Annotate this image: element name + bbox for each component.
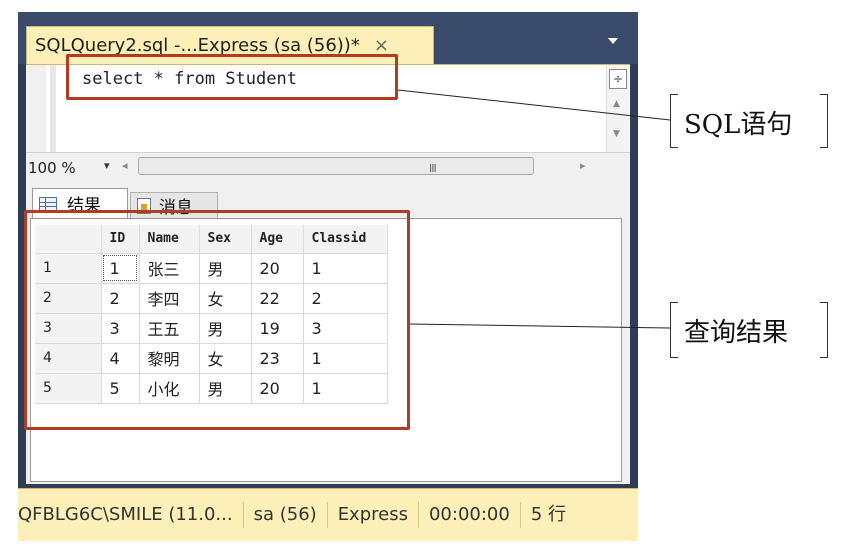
sql-callout-label: SQL语句: [684, 110, 793, 140]
sql-callout-bracket-right: [820, 94, 828, 148]
sql-leader-line: [397, 89, 671, 121]
result-callout-bracket-right: [820, 302, 828, 358]
result-callout-label: 查询结果: [684, 318, 789, 348]
callout-leader-lines: [397, 89, 671, 329]
result-callout-bracket-left: [670, 302, 678, 358]
sql-callout-bracket-left: [670, 94, 678, 148]
result-leader-line: [409, 323, 671, 329]
